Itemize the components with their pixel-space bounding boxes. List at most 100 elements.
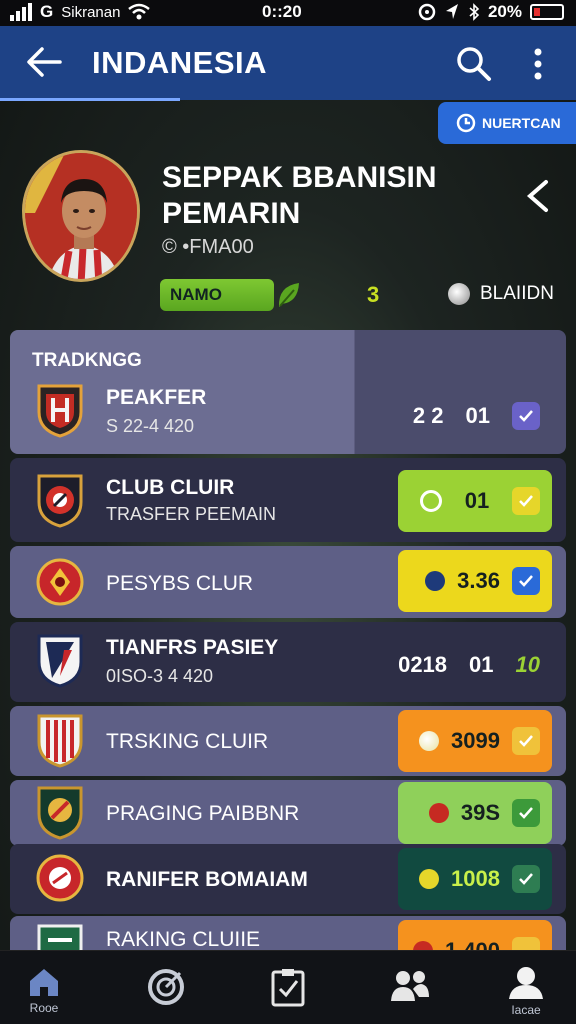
player-photo (25, 153, 137, 279)
chevron-left-icon[interactable] (520, 178, 556, 214)
carrier-label: Sikranan (61, 3, 121, 21)
stat-count: 3 (367, 282, 380, 307)
ball-icon (419, 731, 440, 751)
row-stat-2: 01 (469, 652, 494, 677)
club-crest-icon (37, 714, 83, 768)
row-value: 3.36 (457, 568, 500, 593)
circle-icon (420, 490, 442, 512)
battery-percent: 20% (487, 2, 522, 21)
list-item[interactable]: CLUB CLUIR TRASFER PEEMAIN 01 (10, 458, 566, 542)
row-stats: 2 2 01 (413, 402, 540, 430)
row-title: PRAGING PAIBBNR (106, 802, 300, 825)
clipboard-icon (271, 969, 305, 1007)
score-pill[interactable]: 1008 (398, 848, 552, 910)
home-icon (30, 969, 58, 996)
row-title: PEAKFER (106, 386, 207, 409)
status-bar: G Sikranan 0::20 20% (0, 0, 576, 26)
row-value: 01 (464, 488, 490, 513)
list-item[interactable]: PRAGING PAIBBNR 39S (10, 780, 566, 846)
target-icon (148, 969, 184, 1005)
bottom-nav: Rooe Iacae (0, 950, 576, 1024)
row-title: PESYBS CLUR (106, 572, 254, 595)
club-crest-icon (37, 634, 83, 688)
list-item[interactable]: TIANFRS PASIEY 0ISO-3 4 420 0218 01 10 (10, 622, 566, 702)
ball-icon (428, 803, 449, 823)
clock-icon (456, 113, 476, 133)
nav-team[interactable] (370, 951, 450, 1024)
nav-tasks[interactable] (248, 951, 328, 1024)
users-icon (391, 971, 429, 1001)
check-icon[interactable] (512, 865, 540, 893)
club-crest-icon (37, 384, 83, 438)
tab-indicator (0, 98, 180, 101)
row-title: TRSKING CLUIR (106, 730, 269, 753)
row-stat-2: 01 (465, 403, 490, 428)
row-stat-1: 0218 (398, 652, 448, 677)
ball-icon (419, 869, 440, 889)
ball-stat-label: BLAIIDN (480, 283, 554, 304)
ball-icon (448, 283, 470, 305)
nav-home[interactable]: Rooe (4, 951, 84, 1024)
status-pill[interactable]: NAMO (160, 279, 274, 311)
check-icon[interactable] (512, 402, 540, 430)
row-stat-3: 10 (515, 652, 540, 677)
row-title: CLUB CLUIR (106, 476, 235, 499)
score-pill[interactable]: 3099 (398, 710, 552, 772)
list-item[interactable]: TRADKNGG PEAKFER S 22-4 420 2 2 01 (10, 330, 566, 454)
nav-profile[interactable]: Iacae (486, 951, 566, 1024)
status-right: 20% (418, 2, 564, 22)
location-icon (445, 4, 458, 19)
ball-stat: BLAIIDN (448, 283, 554, 305)
search-icon[interactable] (454, 44, 494, 84)
row-stat-1: 2 2 (412, 403, 444, 428)
list-item[interactable]: TRSKING CLUIR 3099 (10, 706, 566, 776)
list-item[interactable]: PESYBS CLUR 3.36 (10, 546, 566, 618)
club-crest-icon (36, 854, 84, 902)
player-subtitle: © •FMA00 (162, 236, 254, 258)
player-avatar[interactable] (22, 150, 140, 282)
club-crest-icon (37, 474, 83, 528)
club-crest-icon (37, 786, 83, 840)
nav-stats[interactable] (126, 951, 206, 1024)
ball-icon (425, 571, 446, 591)
battery-icon (530, 4, 564, 20)
bluetooth-icon (469, 3, 480, 21)
clock: 0::20 (262, 2, 302, 21)
alarm-icon (418, 3, 436, 21)
row-title: TIANFRS PASIEY (106, 636, 279, 659)
row-stats: 0218 01 10 (398, 652, 540, 678)
g-icon: G (40, 2, 54, 21)
list-item[interactable]: RANIFER BOMAIAM 1008 (10, 844, 566, 914)
row-value: 39S (460, 800, 500, 825)
score-pill[interactable]: 01 (398, 470, 552, 532)
player-name: SEPPAK BBANISIN PEMARIN (162, 160, 436, 232)
score-pill[interactable]: 3.36 (398, 550, 552, 612)
leaf-icon (278, 283, 299, 307)
row-title: RANIFER BOMAIAM (106, 868, 308, 891)
arrow-left-icon[interactable] (24, 44, 64, 80)
check-icon[interactable] (512, 799, 540, 827)
nav-profile-label: Iacae (511, 1003, 541, 1017)
player-name-line2: PEMARIN (162, 197, 301, 230)
wifi-icon (128, 3, 151, 20)
row-subtitle: 0ISO-3 4 420 (106, 666, 214, 686)
page-title: INDANESIA (92, 45, 268, 80)
row-subtitle: S 22-4 420 (106, 416, 195, 436)
user-icon (509, 967, 543, 999)
player-name-line1: SEPPAK BBANISIN (162, 161, 437, 194)
row-title: RAKING CLUIIE (106, 928, 261, 951)
check-icon[interactable] (511, 487, 540, 515)
section-title: TRADKNGG (32, 350, 142, 371)
row-value: 3099 (451, 728, 500, 753)
check-icon[interactable] (512, 567, 540, 595)
row-value: 1008 (451, 866, 500, 891)
more-vert-icon[interactable] (526, 46, 550, 82)
notification-button-label: NUERTCAN (482, 115, 561, 131)
status-left: G Sikranan (10, 2, 151, 22)
row-subtitle: TRASFER PEEMAIN (106, 504, 277, 524)
club-crest-icon (36, 558, 84, 606)
notification-button[interactable]: NUERTCAN (438, 102, 576, 144)
nav-home-label: Rooe (29, 1001, 59, 1015)
check-icon[interactable] (512, 727, 540, 755)
score-pill[interactable]: 39S (398, 782, 552, 844)
